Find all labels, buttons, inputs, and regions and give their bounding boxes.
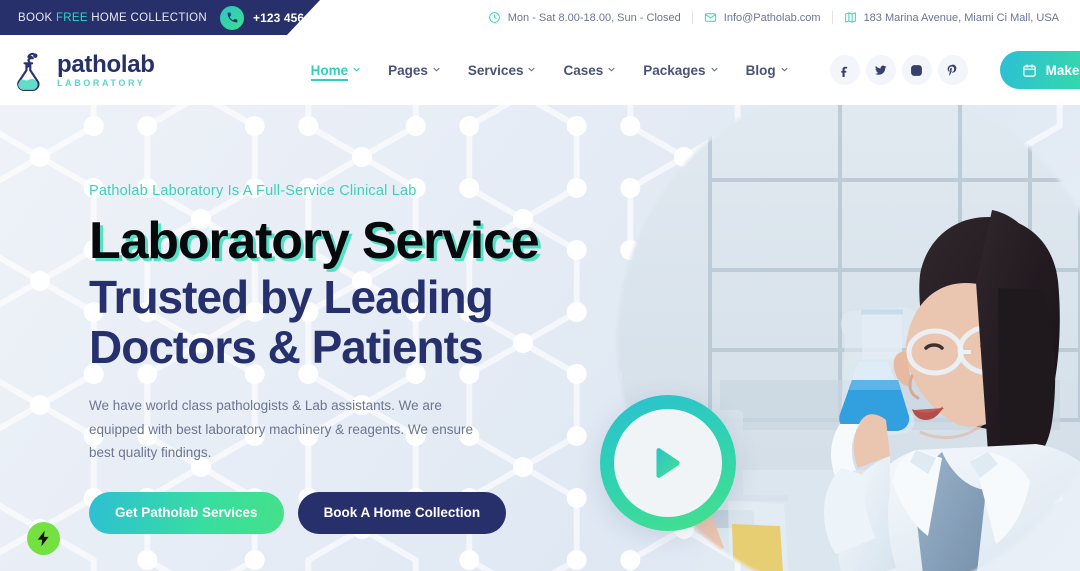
nav-item-pages[interactable]: Pages	[374, 35, 454, 105]
chevron-down-icon	[528, 66, 535, 73]
email-text: Info@Patholab.com	[723, 11, 821, 24]
nav-item-blog[interactable]: Blog	[732, 35, 802, 105]
nav-item-packages[interactable]: Packages	[629, 35, 731, 105]
social-links	[829, 55, 968, 85]
nav-item-cases[interactable]: Cases	[549, 35, 629, 105]
chevron-down-icon	[353, 66, 360, 73]
make-appointment-button[interactable]: Make Appointment	[999, 51, 1080, 89]
book-home-collection-button[interactable]: Book A Home Collection	[297, 491, 507, 534]
hero-title-line3: Doctors & Patients	[89, 321, 484, 374]
top-bar: BOOK FREE HOME COLLECTION +123 456 7899 …	[0, 0, 1080, 35]
hero-title-line1: Laboratory Service	[89, 212, 540, 270]
hero-title-line2: Trusted by Leading	[89, 271, 494, 324]
twitter-icon[interactable]	[865, 55, 896, 85]
main-navigation: Home Pages Services Cases Packages Blog	[297, 35, 802, 105]
book-prefix: BOOK	[18, 11, 56, 24]
nav-label: Blog	[745, 62, 776, 78]
book-suffix: HOME COLLECTION	[87, 11, 207, 24]
business-hours: Mon - Sat 8.00-18.00, Sun - Closed	[477, 11, 692, 24]
facebook-icon[interactable]	[829, 55, 860, 85]
phone-icon	[220, 5, 244, 30]
video-play-button[interactable]	[600, 395, 736, 531]
map-icon	[844, 11, 857, 24]
nav-item-services[interactable]: Services	[454, 35, 550, 105]
envelope-icon	[704, 11, 717, 24]
hero-section: Patholab Laboratory Is A Full-Service Cl…	[0, 105, 1080, 571]
hero-paragraph: We have world class pathologists & Lab a…	[89, 398, 473, 460]
hero-eyebrow: Patholab Laboratory Is A Full-Service Cl…	[89, 183, 417, 199]
flask-logo-icon	[10, 50, 48, 91]
nav-item-home[interactable]: Home	[297, 35, 375, 105]
logo-text: patholab LABORATORY	[57, 50, 155, 88]
lightning-bolt-icon	[35, 530, 52, 547]
page-root: BOOK FREE HOME COLLECTION +123 456 7899 …	[0, 0, 1080, 571]
site-header: patholab LABORATORY Home Pages Services …	[0, 35, 1080, 105]
business-hours-text: Mon - Sat 8.00-18.00, Sun - Closed	[507, 11, 681, 24]
book-free-highlight: FREE	[55, 11, 88, 24]
play-icon	[654, 448, 682, 478]
nav-label: Home	[310, 62, 349, 78]
email-contact[interactable]: Info@Patholab.com	[693, 11, 832, 24]
nav-label: Services	[467, 62, 524, 78]
top-bar-info: Mon - Sat 8.00-18.00, Sun - Closed Info@…	[477, 0, 1070, 35]
top-bar-promo: BOOK FREE HOME COLLECTION +123 456 7899 …	[0, 0, 320, 35]
chevron-down-icon	[781, 66, 788, 73]
get-patholab-services-button[interactable]: Get Patholab Services	[89, 491, 284, 534]
address-contact: 183 Marina Avenue, Miami Ci Mall, USA	[833, 11, 1070, 24]
nav-label: Packages	[643, 62, 706, 78]
make-appointment-label: Make Appointment	[1045, 62, 1080, 78]
book-collection-text: BOOK FREE HOME COLLECTION	[18, 12, 207, 24]
chevron-down-icon	[433, 66, 440, 73]
instagram-icon[interactable]	[901, 55, 932, 85]
nav-label: Pages	[388, 62, 428, 78]
phone-number: +123 456 7899 90	[253, 10, 352, 25]
address-text: 183 Marina Avenue, Miami Ci Mall, USA	[863, 11, 1059, 24]
chevron-down-icon	[608, 66, 615, 73]
hero-content: Patholab Laboratory Is A Full-Service Cl…	[0, 105, 1080, 534]
play-button-inner	[614, 409, 722, 517]
calendar-icon	[1022, 63, 1037, 78]
phone-link[interactable]: +123 456 7899 90	[220, 5, 352, 30]
logo[interactable]: patholab LABORATORY	[10, 50, 155, 91]
chevron-down-icon	[711, 66, 718, 73]
logo-name: patholab	[57, 50, 155, 78]
logo-subtitle: LABORATORY	[57, 77, 146, 88]
pinterest-icon[interactable]	[937, 55, 968, 85]
hero-cta-group: Get Patholab Services Book A Home Collec…	[89, 491, 1080, 534]
page-speed-badge[interactable]	[27, 522, 60, 555]
clock-icon	[488, 11, 501, 24]
nav-label: Cases	[563, 62, 604, 78]
